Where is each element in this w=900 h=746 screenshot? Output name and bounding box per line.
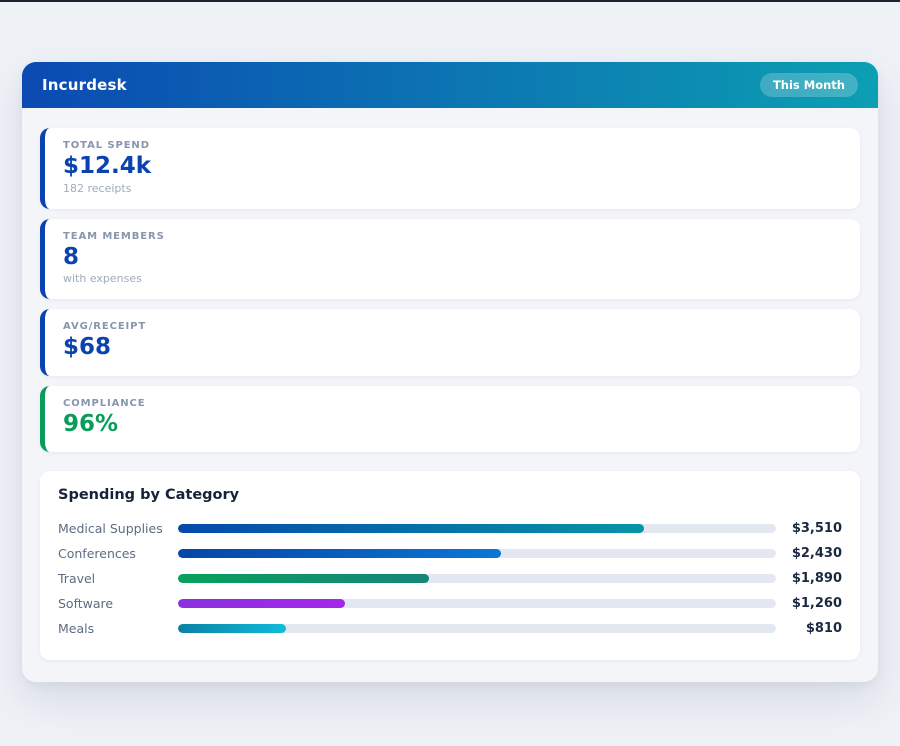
category-label: Travel [58,571,178,586]
period-badge[interactable]: This Month [760,73,858,97]
stat-card-avg-receipt: AVG/RECEIPT $68 [40,309,860,376]
category-label: Medical Supplies [58,521,178,536]
bar-fill [178,624,286,633]
stat-label: AVG/RECEIPT [63,321,842,332]
bar-track [178,549,776,558]
category-value: $1,260 [776,596,842,611]
dashboard-panel: Incurdesk This Month TOTAL SPEND $12.4k … [22,62,878,682]
bar-track [178,574,776,583]
category-label: Conferences [58,546,178,561]
category-value: $810 [776,621,842,636]
stat-card-team-members: TEAM MEMBERS 8 with expenses [40,219,860,300]
category-value: $2,430 [776,546,842,561]
stat-subtitle: with expenses [63,272,842,285]
stat-value: 96% [63,411,842,439]
bar-track [178,599,776,608]
stat-card-total-spend: TOTAL SPEND $12.4k 182 receipts [40,128,860,209]
category-label: Software [58,596,178,611]
stat-subtitle: 182 receipts [63,182,842,195]
bar-track [178,524,776,533]
category-row-software: Software $1,260 [58,591,842,616]
category-label: Meals [58,621,178,636]
stat-value: 8 [63,244,842,272]
screen-top-border [0,0,900,2]
category-chart-title: Spending by Category [58,487,842,503]
bar-fill [178,574,429,583]
app-header: Incurdesk This Month [22,62,878,108]
stat-label: TOTAL SPEND [63,140,842,151]
category-row-medical-supplies: Medical Supplies $3,510 [58,516,842,541]
app-title: Incurdesk [42,76,127,94]
category-row-travel: Travel $1,890 [58,566,842,591]
bar-fill [178,549,501,558]
category-value: $3,510 [776,521,842,536]
stat-card-compliance: COMPLIANCE 96% [40,386,860,453]
bar-fill [178,599,345,608]
category-row-meals: Meals $810 [58,616,842,641]
stat-value: $68 [63,334,842,362]
bar-track [178,624,776,633]
spending-by-category-card: Spending by Category Medical Supplies $3… [40,471,860,660]
stat-label: TEAM MEMBERS [63,231,842,242]
panel-body: TOTAL SPEND $12.4k 182 receipts TEAM MEM… [22,108,878,682]
category-value: $1,890 [776,571,842,586]
bar-fill [178,524,644,533]
stat-value: $12.4k [63,153,842,181]
stat-label: COMPLIANCE [63,398,842,409]
category-row-conferences: Conferences $2,430 [58,541,842,566]
